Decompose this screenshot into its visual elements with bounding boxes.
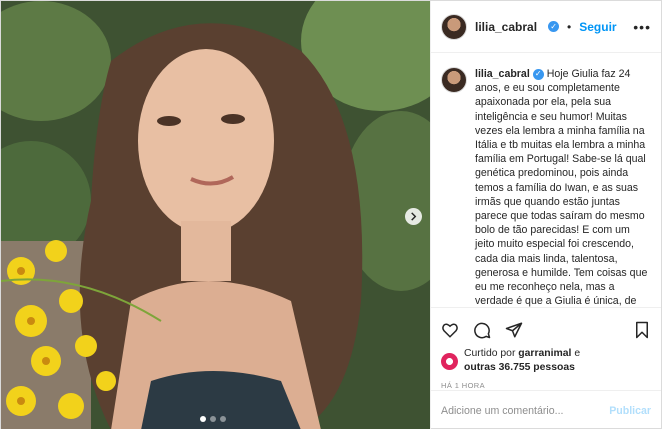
- share-icon[interactable]: [505, 321, 523, 339]
- caption-section: lilia_cabral ✓ Hoje Giulia faz 24 anos, e…: [431, 53, 661, 307]
- likes-conjunction: e: [571, 348, 581, 359]
- likes-section: Curtido por garranimal e outras 36.755 p…: [431, 343, 661, 375]
- post-sidebar: lilia_cabral ✓ • Seguir ••• lilia_cabral…: [430, 1, 661, 429]
- heart-icon[interactable]: [441, 321, 459, 339]
- carousel-next-button[interactable]: [405, 208, 422, 225]
- likes-count[interactable]: outras 36.755 pessoas: [464, 362, 575, 373]
- caption-username[interactable]: lilia_cabral: [475, 68, 530, 80]
- post-media[interactable]: [1, 1, 430, 429]
- caption-avatar[interactable]: [441, 67, 467, 93]
- verified-badge-icon: ✓: [532, 68, 544, 80]
- comment-icon[interactable]: [473, 321, 491, 339]
- carousel-dot: [210, 416, 216, 422]
- author-username[interactable]: lilia_cabral: [475, 20, 537, 34]
- carousel-dot: [220, 416, 226, 422]
- likes-prefix: Curtido por: [464, 348, 519, 359]
- verified-badge-icon: ✓: [548, 21, 560, 32]
- comment-bar: Publicar: [431, 390, 661, 429]
- liker-avatar[interactable]: [441, 352, 458, 370]
- publish-button[interactable]: Publicar: [609, 405, 651, 417]
- likes-text: Curtido por garranimal e outras 36.755 p…: [464, 347, 580, 375]
- chevron-right-icon: [411, 212, 417, 221]
- post-actions: [431, 307, 661, 343]
- post-header: lilia_cabral ✓ • Seguir •••: [431, 1, 661, 53]
- more-options-icon[interactable]: •••: [633, 19, 651, 35]
- bookmark-icon[interactable]: [633, 321, 651, 339]
- caption: lilia_cabral ✓ Hoje Giulia faz 24 anos, e…: [475, 67, 651, 307]
- author-avatar[interactable]: [441, 13, 467, 40]
- follow-button[interactable]: Seguir: [579, 20, 616, 34]
- post-timestamp[interactable]: HÁ 1 HORA: [431, 375, 661, 390]
- liker-username[interactable]: garranimal: [518, 348, 571, 359]
- carousel-dot: [200, 416, 206, 422]
- carousel-indicators: [200, 416, 226, 422]
- caption-text: Hoje Giulia faz 24 anos, e eu sou comple…: [475, 68, 648, 307]
- post-photo: [1, 1, 430, 429]
- comment-input[interactable]: [441, 404, 610, 417]
- header-separator: •: [567, 19, 572, 34]
- instagram-post: lilia_cabral ✓ • Seguir ••• lilia_cabral…: [0, 0, 662, 429]
